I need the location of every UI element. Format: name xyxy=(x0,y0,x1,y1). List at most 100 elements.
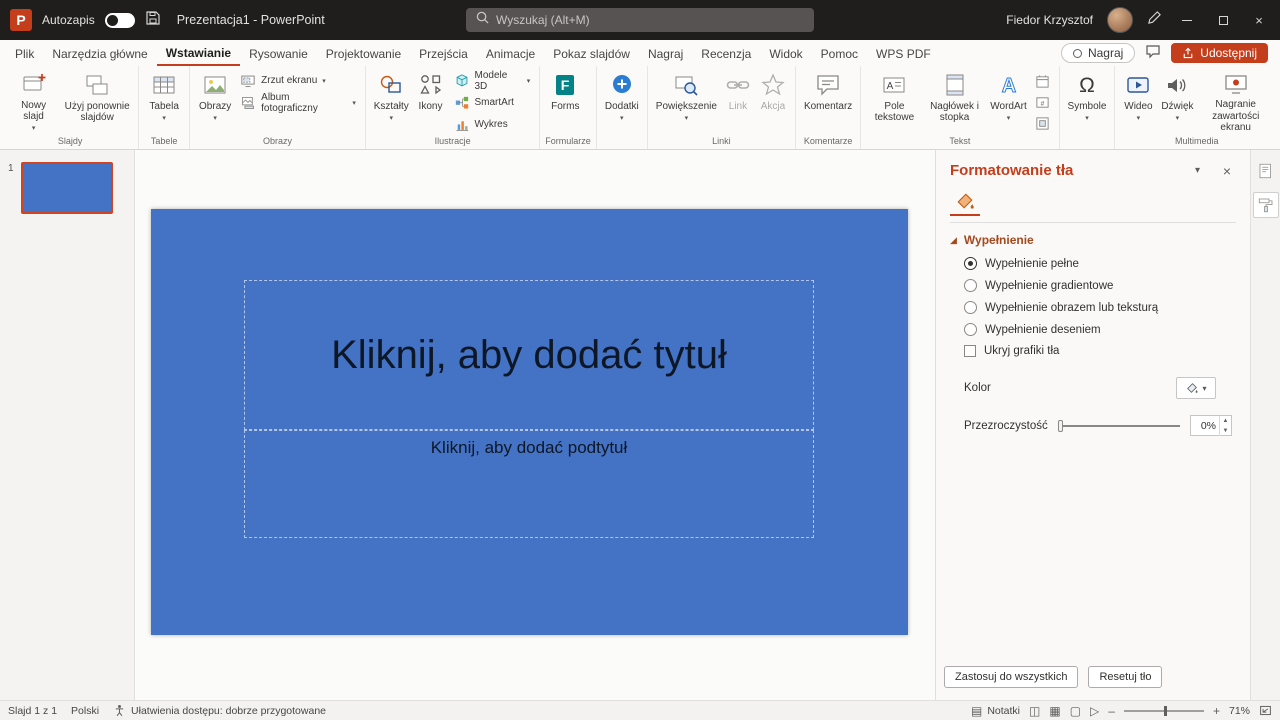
table-button[interactable]: Tabela xyxy=(144,68,184,134)
search-box[interactable] xyxy=(466,8,814,32)
format-pane-icon[interactable] xyxy=(1253,192,1279,218)
symbols-button[interactable]: Ω Symbole xyxy=(1065,68,1110,134)
new-slide-button[interactable]: Nowy slajd xyxy=(7,68,60,134)
title-placeholder[interactable]: Kliknij, aby dodać tytuł xyxy=(244,280,814,430)
slide-canvas[interactable]: Kliknij, aby dodać tytuł Kliknij, aby do… xyxy=(151,209,908,635)
tab-pokaz-slajdow[interactable]: Pokaz slajdów xyxy=(544,40,639,66)
transparency-spinner[interactable]: 0% ▲▼ xyxy=(1190,415,1232,436)
checkbox-icon[interactable] xyxy=(964,345,976,357)
slide-thumbnail[interactable] xyxy=(21,162,113,214)
tab-nagraj[interactable]: Nagraj xyxy=(639,40,692,66)
document-pane-icon[interactable] xyxy=(1253,158,1279,184)
tab-plik[interactable]: Plik xyxy=(6,40,43,66)
paint-bucket-small-icon xyxy=(1185,381,1199,395)
spin-down-icon[interactable]: ▼ xyxy=(1220,426,1231,436)
slide-indicator[interactable]: Slajd 1 z 1 xyxy=(8,705,57,717)
normal-view-icon[interactable]: ◫ xyxy=(1029,705,1040,717)
object-button[interactable] xyxy=(1034,114,1052,132)
pen-icon[interactable] xyxy=(1147,10,1162,30)
avatar[interactable] xyxy=(1107,7,1133,33)
icons-button[interactable]: Ikony xyxy=(413,68,449,134)
pane-options-caret-icon[interactable]: ▾ xyxy=(1195,165,1200,176)
screen-recording-button[interactable]: Nagranie zawartości ekranu xyxy=(1198,68,1273,134)
option-solid-fill[interactable]: Wypełnienie pełne xyxy=(964,257,1236,270)
slideshow-view-icon[interactable]: ▷ xyxy=(1090,705,1099,717)
accessibility-status[interactable]: Ułatwienia dostępu: dobrze przygotowane xyxy=(113,704,326,717)
forms-icon: F xyxy=(552,71,578,99)
tab-recenzja[interactable]: Recenzja xyxy=(692,40,760,66)
addins-button[interactable]: Dodatki xyxy=(602,68,642,134)
transparency-slider[interactable] xyxy=(1058,425,1180,427)
shapes-button[interactable]: Kształty xyxy=(371,68,412,134)
video-button[interactable]: Wideo xyxy=(1120,68,1156,134)
3d-models-button[interactable]: Modele 3D xyxy=(450,70,535,91)
slide-sorter-view-icon[interactable]: ▦ xyxy=(1049,705,1060,717)
tab-widok[interactable]: Widok xyxy=(760,40,811,66)
zoom-in-button[interactable]: + xyxy=(1213,704,1220,718)
option-pattern-fill[interactable]: Wypełnienie deseniem xyxy=(964,323,1236,336)
close-button[interactable]: × xyxy=(1248,6,1270,34)
zoom-link-button[interactable]: Powiększenie xyxy=(653,68,720,134)
subtitle-placeholder[interactable]: Kliknij, aby dodać podtytuł xyxy=(244,430,814,538)
slider-knob[interactable] xyxy=(1058,420,1063,432)
slide-number-button[interactable]: # xyxy=(1034,93,1052,111)
section-expand-icon[interactable]: ◢ xyxy=(950,235,957,246)
screenshot-button[interactable]: Zrzut ekranu xyxy=(236,70,360,91)
option-gradient-fill[interactable]: Wypełnienie gradientowe xyxy=(964,279,1236,292)
header-footer-button[interactable]: Nagłówek i stopka xyxy=(924,68,986,134)
audio-button[interactable]: Dźwięk xyxy=(1157,68,1197,134)
record-button[interactable]: Nagraj xyxy=(1061,43,1135,63)
forms-button[interactable]: F Forms xyxy=(545,68,585,134)
color-picker-button[interactable]: ▾ xyxy=(1176,377,1216,399)
tab-wps-pdf[interactable]: WPS PDF xyxy=(867,40,940,66)
hide-background-graphics-checkbox[interactable]: Ukryj grafiki tła xyxy=(964,345,1236,357)
tab-rysowanie[interactable]: Rysowanie xyxy=(240,40,317,66)
radio-icon[interactable] xyxy=(964,279,977,292)
spin-up-icon[interactable]: ▲ xyxy=(1220,416,1231,426)
slide-thumbnail-number: 1 xyxy=(8,162,14,174)
tab-projektowanie[interactable]: Projektowanie xyxy=(317,40,410,66)
tab-pomoc[interactable]: Pomoc xyxy=(812,40,867,66)
tab-narzedzia-glowne[interactable]: Narzędzia główne xyxy=(43,40,156,66)
smartart-button[interactable]: SmartArt xyxy=(450,92,535,113)
comment-button[interactable]: Komentarz xyxy=(801,68,855,134)
radio-icon[interactable] xyxy=(964,301,977,314)
zoom-slider[interactable] xyxy=(1124,710,1204,712)
radio-icon[interactable] xyxy=(964,323,977,336)
object-icon xyxy=(1035,116,1050,131)
reading-view-icon[interactable]: ▢ xyxy=(1070,705,1081,717)
chart-button[interactable]: Wykres xyxy=(450,114,535,135)
apply-to-all-button[interactable]: Zastosuj do wszystkich xyxy=(944,666,1078,688)
group-label-comments: Komentarze xyxy=(801,135,855,149)
radio-icon[interactable] xyxy=(964,257,977,270)
tab-przejscia[interactable]: Przejścia xyxy=(410,40,477,66)
zoom-level[interactable]: 71% xyxy=(1229,705,1250,717)
photo-album-button[interactable]: Album fotograficzny xyxy=(236,92,360,113)
ribbon-group-slides: Nowy slajd Użyj ponownie slajdów Slajdy xyxy=(2,66,139,149)
pane-close-icon[interactable]: × xyxy=(1218,163,1236,179)
date-time-button[interactable] xyxy=(1034,72,1052,90)
wordart-button[interactable]: A WordArt xyxy=(987,68,1031,134)
feedback-icon[interactable] xyxy=(1145,43,1161,64)
option-picture-fill[interactable]: Wypełnienie obrazem lub teksturą xyxy=(964,301,1236,314)
language-indicator[interactable]: Polski xyxy=(71,705,99,717)
zoom-slider-knob[interactable] xyxy=(1164,706,1167,716)
text-box-button[interactable]: A Pole tekstowe xyxy=(866,68,922,134)
fit-to-window-icon[interactable] xyxy=(1259,704,1272,717)
tab-wstawianie[interactable]: Wstawianie xyxy=(157,40,240,66)
autosave-toggle[interactable] xyxy=(105,13,135,28)
notes-button[interactable]: ▤ Notatki xyxy=(971,705,1020,717)
reset-background-button[interactable]: Resetuj tło xyxy=(1088,666,1162,688)
minimize-button[interactable] xyxy=(1176,6,1198,34)
fill-bucket-tab[interactable] xyxy=(950,188,980,216)
zoom-out-button[interactable]: – xyxy=(1108,704,1115,718)
reuse-slides-button[interactable]: Użyj ponownie slajdów xyxy=(61,68,133,134)
ribbon-group-text: A Pole tekstowe Nagłówek i stopka A Word… xyxy=(861,66,1059,149)
pictures-button[interactable]: Obrazy xyxy=(195,68,235,134)
share-button[interactable]: Udostępnij xyxy=(1171,43,1268,63)
maximize-button[interactable] xyxy=(1212,6,1234,34)
save-icon[interactable] xyxy=(145,10,161,31)
tab-animacje[interactable]: Animacje xyxy=(477,40,544,66)
svg-text:A: A xyxy=(1001,75,1015,97)
search-input[interactable] xyxy=(496,13,804,27)
